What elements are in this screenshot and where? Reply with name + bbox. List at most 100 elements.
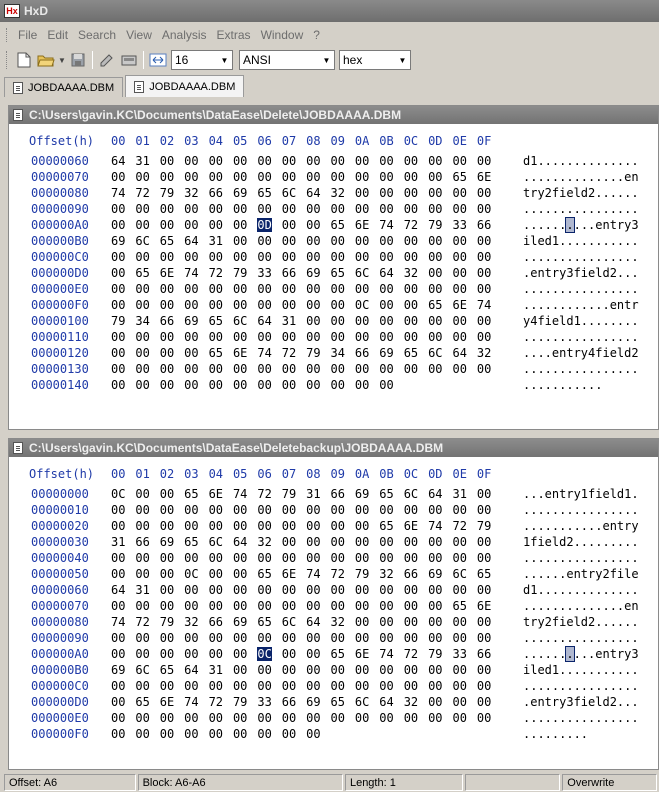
hex-byte[interactable]: 00	[160, 362, 184, 378]
hex-byte[interactable]: 32	[477, 346, 501, 362]
hex-byte[interactable]: 65	[257, 615, 281, 631]
hex-byte[interactable]: 00	[233, 170, 257, 186]
hex-row[interactable]: 000000C0 00 00 00 00 00 00 00 00 00 00 00 00 00 00 00 00…	[31, 679, 639, 695]
hex-byte[interactable]: 00	[111, 647, 135, 663]
hex-byte[interactable]: 00	[160, 503, 184, 519]
hex-byte[interactable]: 00	[404, 679, 428, 695]
hex-byte[interactable]: 66	[477, 218, 501, 234]
row-text[interactable]: d1..............	[523, 154, 639, 170]
hex-byte[interactable]: 00	[282, 282, 306, 298]
hex-byte[interactable]: 00	[111, 250, 135, 266]
row-bytes[interactable]: 00 00 00 00 00 00 00 00 00	[111, 727, 503, 743]
hex-byte[interactable]: 00	[379, 202, 403, 218]
hex-byte[interactable]: 79	[233, 695, 257, 711]
hex-byte[interactable]: 00	[209, 519, 233, 535]
hex-byte[interactable]: 00	[111, 679, 135, 695]
hex-byte[interactable]: 34	[135, 314, 159, 330]
hex-byte[interactable]: 00	[209, 202, 233, 218]
hex-row[interactable]: 00000120 00 00 00 00 65 6E 74 72 79 34 66 69 65 6C 64 32…	[31, 346, 639, 362]
new-file-icon[interactable]	[13, 50, 35, 70]
hex-byte[interactable]: 69	[428, 567, 452, 583]
hex-byte[interactable]: 0C	[257, 647, 281, 663]
hex-byte[interactable]: 00	[209, 551, 233, 567]
hex-byte[interactable]: 31	[452, 487, 476, 503]
hex-byte[interactable]: 00	[209, 599, 233, 615]
hex-byte[interactable]: 00	[135, 346, 159, 362]
hex-byte[interactable]: 65	[331, 647, 355, 663]
hex-byte[interactable]: 00	[111, 218, 135, 234]
hex-byte[interactable]: 00	[160, 250, 184, 266]
hex-byte[interactable]: 00	[306, 170, 330, 186]
hex-byte[interactable]: 00	[355, 362, 379, 378]
hex-byte[interactable]: 32	[404, 695, 428, 711]
hex-row[interactable]: 000000F0 00 00 00 00 00 00 00 00 00.........	[31, 727, 588, 743]
hex-byte[interactable]: 00	[477, 330, 501, 346]
hex-byte[interactable]: 79	[160, 186, 184, 202]
row-text[interactable]: iled1...........	[523, 663, 639, 679]
hex-byte[interactable]: 00	[452, 535, 476, 551]
hex-byte[interactable]: 00	[477, 266, 501, 282]
hex-byte[interactable]: 00	[135, 567, 159, 583]
hex-row[interactable]: 000000D0 00 65 6E 74 72 79 33 66 69 65 6C 64 32 00 00 00…	[31, 695, 639, 711]
hex-byte[interactable]: 00	[355, 314, 379, 330]
hex-byte[interactable]: 00	[184, 378, 208, 394]
hex-byte[interactable]: 72	[209, 266, 233, 282]
hex-byte[interactable]: 6E	[404, 519, 428, 535]
hex-byte[interactable]: 00	[452, 250, 476, 266]
hex-byte[interactable]: 00	[135, 362, 159, 378]
hex-byte[interactable]: 65	[160, 663, 184, 679]
row-text[interactable]: ................	[523, 362, 639, 378]
hex-byte[interactable]: 65	[379, 487, 403, 503]
hex-byte[interactable]: 00	[404, 631, 428, 647]
hex-byte[interactable]: 00	[428, 583, 452, 599]
hex-byte[interactable]: 00	[306, 218, 330, 234]
row-bytes[interactable]: 00 00 00 00 00 00 0D 00 00 65 6E 74 72 79 33 66	[111, 218, 503, 234]
hex-byte[interactable]: 72	[257, 487, 281, 503]
hex-row[interactable]: 00000050 00 00 00 0C 00 00 65 6E 74 72 79 32 66 69 6C 65…	[31, 567, 639, 583]
hex-byte[interactable]: 00	[379, 298, 403, 314]
hex-row[interactable]: 00000020 00 00 00 00 00 00 00 00 00 00 00 65 6E 74 72 79…	[31, 519, 639, 535]
row-text[interactable]: ................	[523, 711, 639, 727]
hex-byte[interactable]: 6E	[160, 266, 184, 282]
save-icon[interactable]	[67, 50, 89, 70]
hex-row[interactable]: 00000060 64 31 00 00 00 00 00 00 00 00 00 00 00 00 00 00…	[31, 154, 639, 170]
hex-byte[interactable]: 00	[257, 250, 281, 266]
menu-extras[interactable]: Extras	[212, 28, 256, 42]
hex-byte[interactable]: 00	[282, 298, 306, 314]
hex-byte[interactable]: 72	[404, 218, 428, 234]
hex-row[interactable]: 000000A0 00 00 00 00 00 00 0C 00 00 65 6E 74 72 79 33 66…	[31, 646, 639, 663]
row-text[interactable]: ...........	[523, 378, 602, 394]
row-bytes[interactable]: 00 00 00 00 00 00 00 00 00 00 00 00 00 00 65 6E	[111, 170, 503, 186]
hex-byte[interactable]: 00	[428, 330, 452, 346]
hex-byte[interactable]: 00	[477, 631, 501, 647]
hex-row[interactable]: 00000070 00 00 00 00 00 00 00 00 00 00 00 00 00 00 65 6E…	[31, 170, 639, 186]
hex-byte[interactable]: 00	[355, 599, 379, 615]
hex-byte[interactable]: 6C	[282, 615, 306, 631]
hex-row[interactable]: 000000E0 00 00 00 00 00 00 00 00 00 00 00 00 00 00 00 00…	[31, 711, 639, 727]
hex-byte[interactable]: 00	[355, 330, 379, 346]
hex-byte[interactable]: 72	[209, 695, 233, 711]
hex-byte[interactable]: 00	[379, 599, 403, 615]
hex-byte[interactable]: 00	[355, 250, 379, 266]
row-text[interactable]: ...entry1field1.	[523, 487, 639, 503]
hex-byte[interactable]: 69	[160, 535, 184, 551]
hex-row[interactable]: 00000100 79 34 66 69 65 6C 64 31 00 00 00 00 00 00 00 00…	[31, 314, 639, 330]
hex-byte[interactable]: 00	[209, 503, 233, 519]
hex-byte[interactable]: 00	[452, 186, 476, 202]
hex-byte[interactable]: 00	[282, 679, 306, 695]
hex-byte[interactable]: 00	[355, 378, 379, 394]
hex-byte[interactable]: 00	[233, 551, 257, 567]
hex-byte[interactable]: 00	[355, 519, 379, 535]
hex-byte[interactable]: 00	[404, 535, 428, 551]
hex-byte[interactable]: 00	[111, 378, 135, 394]
hex-row[interactable]: 00000060 64 31 00 00 00 00 00 00 00 00 00 00 00 00 00 00…	[31, 583, 639, 599]
hex-byte[interactable]: 00	[184, 218, 208, 234]
hex-byte[interactable]: 00	[209, 378, 233, 394]
hex-byte[interactable]: 00	[160, 583, 184, 599]
hex-byte[interactable]: 00	[477, 503, 501, 519]
hex-byte[interactable]: 00	[282, 535, 306, 551]
hex-byte[interactable]: 74	[306, 567, 330, 583]
hex-byte[interactable]: 00	[331, 679, 355, 695]
tools-icon[interactable]	[96, 50, 118, 70]
hex-byte[interactable]: 00	[160, 487, 184, 503]
